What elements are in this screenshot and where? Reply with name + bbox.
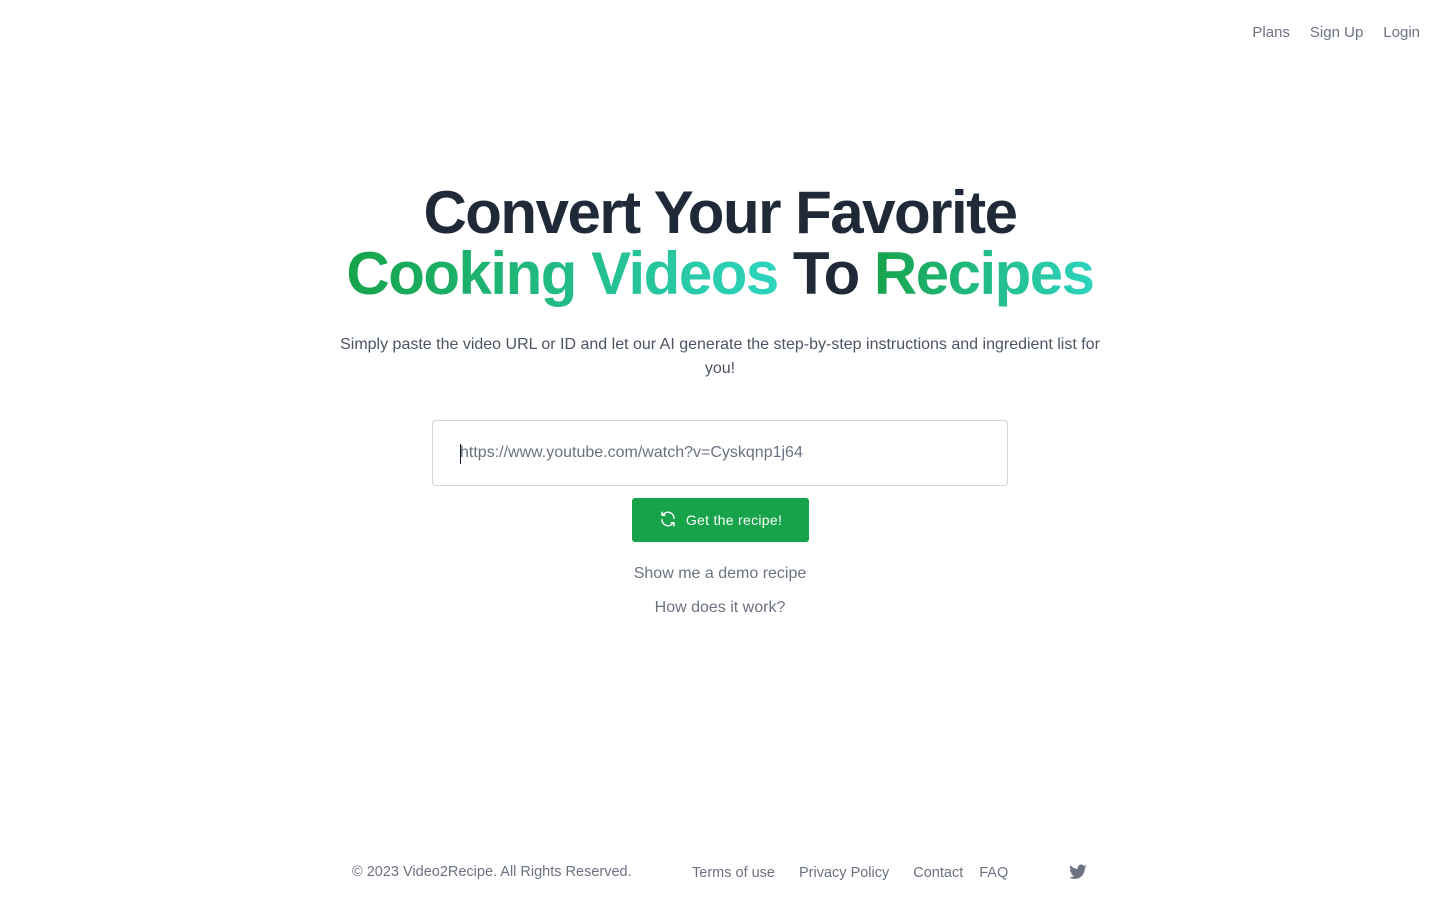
- footer-privacy-link[interactable]: Privacy Policy: [799, 863, 889, 883]
- headline-line-1: Convert Your Favorite: [423, 179, 1018, 246]
- get-recipe-label: Get the recipe!: [685, 512, 783, 528]
- text-caret: [460, 444, 461, 464]
- twitter-icon[interactable]: [1069, 864, 1087, 880]
- top-navigation: Plans Sign Up Login: [1252, 23, 1420, 43]
- footer-contact-link[interactable]: Contact: [913, 863, 963, 883]
- hero-section: Convert Your Favorite Cooking Videos To …: [0, 182, 1440, 381]
- refresh-icon: [659, 510, 677, 531]
- copyright-text: © 2023 Video2Recipe. All Rights Reserved…: [352, 864, 632, 880]
- headline-cooking-videos: Cooking Videos: [346, 240, 779, 307]
- footer-faq-link[interactable]: FAQ: [979, 863, 1008, 883]
- headline-line-2: Cooking Videos To Recipes: [0, 243, 1440, 304]
- how-it-works-link[interactable]: How does it work?: [0, 598, 1440, 618]
- footer: © 2023 Video2Recipe. All Rights Reserved…: [0, 862, 1440, 884]
- page-headline: Convert Your Favorite Cooking Videos To …: [0, 182, 1440, 304]
- nav-plans-link[interactable]: Plans: [1252, 23, 1290, 43]
- nav-sign-up-link[interactable]: Sign Up: [1310, 23, 1363, 43]
- footer-links: Terms of use Privacy Policy Contact FAQ: [692, 863, 1008, 883]
- video-url-input[interactable]: [433, 421, 1007, 485]
- demo-recipe-link[interactable]: Show me a demo recipe: [0, 564, 1440, 584]
- headline-to: To: [792, 240, 860, 307]
- headline-recipes: Recipes: [873, 240, 1095, 307]
- get-recipe-button[interactable]: Get the recipe!: [632, 498, 809, 542]
- hero-subtitle: Simply paste the video URL or ID and let…: [340, 336, 1100, 377]
- nav-login-link[interactable]: Login: [1383, 23, 1420, 43]
- footer-terms-link[interactable]: Terms of use: [692, 863, 775, 883]
- video-url-field[interactable]: [432, 420, 1008, 486]
